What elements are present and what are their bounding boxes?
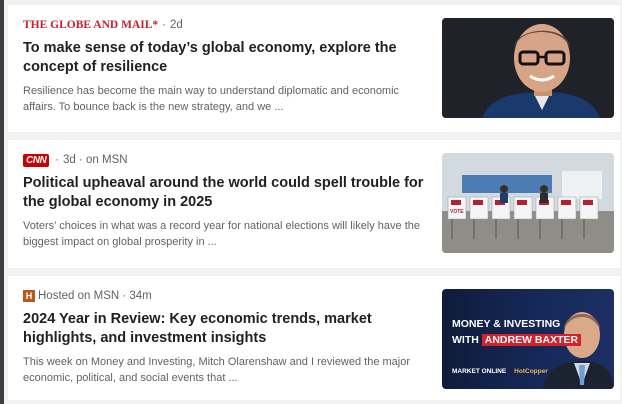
news-card-text: THE GLOBE AND MAIL* · 2d To make sense o… — [23, 17, 428, 115]
article-thumbnail[interactable]: VOTE — [442, 153, 614, 253]
article-headline[interactable]: 2024 Year in Review: Key economic trends… — [23, 310, 428, 348]
article-meta: H Hosted on MSN · 34m — [23, 288, 428, 304]
article-snippet: Resilience has become the main way to un… — [23, 85, 400, 113]
article-thumbnail[interactable]: MONEY & INVESTING WITH ANDREW BAXTER MAR… — [442, 289, 614, 389]
article-age: 3d · on MSN — [63, 154, 128, 166]
article-meta: CNN · 3d · on MSN — [23, 152, 428, 168]
news-card[interactable]: H Hosted on MSN · 34m 2024 Year in Revie… — [8, 276, 620, 400]
show-title-line1: MONEY & INVESTING — [452, 318, 561, 330]
article-age: 2d — [170, 19, 183, 31]
news-card-text: H Hosted on MSN · 34m 2024 Year in Revie… — [23, 288, 428, 386]
hotcopper-logo: HotCopper — [514, 368, 548, 375]
article-thumbnail[interactable] — [442, 18, 614, 118]
source-logo: H — [23, 290, 35, 302]
news-card[interactable]: THE GLOBE AND MAIL* · 2d To make sense o… — [8, 5, 620, 132]
show-title-with: WITH — [452, 334, 479, 346]
vote-label: VOTE — [450, 209, 464, 215]
voting-booths-image — [442, 153, 614, 253]
source-logo: CNN — [23, 153, 50, 167]
meta-separator: · — [162, 19, 166, 31]
article-age: Hosted on MSN · 34m — [38, 290, 152, 302]
market-online-logo: MARKET ONLINE — [452, 368, 507, 375]
article-snippet: Voters’ choices in what was a record yea… — [23, 220, 421, 248]
article-headline[interactable]: To make sense of today’s global economy,… — [23, 39, 428, 77]
meta-separator: · — [55, 154, 60, 166]
show-title: MONEY & INVESTING WITH ANDREW BAXTER — [452, 317, 582, 347]
article-headline[interactable]: Political upheaval around the world coul… — [23, 174, 428, 212]
portrait-man-glasses — [442, 18, 614, 118]
thumbnail-footer: MARKET ONLINE HotCopper — [452, 368, 548, 375]
source-logo: THE GLOBE AND MAIL* — [23, 19, 159, 31]
show-title-line2: WITH ANDREW BAXTER — [452, 333, 582, 347]
article-meta: THE GLOBE AND MAIL* · 2d — [23, 17, 428, 33]
host-name-badge: ANDREW BAXTER — [481, 334, 582, 346]
article-snippet: This week on Money and Investing, Mitch … — [23, 356, 411, 384]
news-card[interactable]: CNN · 3d · on MSN Political upheaval aro… — [8, 140, 620, 268]
news-feed: THE GLOBE AND MAIL* · 2d To make sense o… — [4, 0, 622, 404]
news-card-text: CNN · 3d · on MSN Political upheaval aro… — [23, 152, 428, 250]
